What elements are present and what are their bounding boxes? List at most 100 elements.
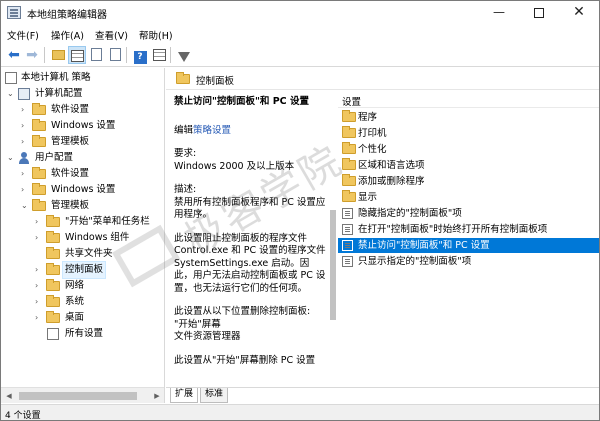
collapse-icon[interactable]: ⌄: [7, 150, 17, 166]
toolbar-separator: [126, 47, 127, 63]
expand-icon[interactable]: ›: [21, 182, 31, 198]
gpedit-app-icon: [7, 6, 21, 19]
menu-help[interactable]: 帮助(H): [139, 28, 173, 42]
details-pane: 控制面板 禁止访问"控制面板"和 PC 设置 编辑策略设置 要求: Windows…: [166, 68, 599, 387]
list-item[interactable]: 个性化: [338, 142, 599, 157]
policy-setting-icon: [342, 240, 353, 251]
help-button[interactable]: ?: [131, 46, 149, 64]
scroll-right-arrow[interactable]: ▶: [149, 388, 164, 403]
tree-horizontal-scrollbar[interactable]: ◀ ▶: [1, 387, 164, 403]
expand-icon[interactable]: ›: [35, 214, 45, 230]
folder-icon: [32, 103, 46, 115]
tree-item-label: Windows 组件: [65, 232, 130, 243]
edit-policy-link[interactable]: 策略设置: [193, 125, 231, 136]
description-scrollbar[interactable]: [329, 90, 337, 387]
tree-item-label: 系统: [65, 296, 85, 307]
folder-icon: [342, 158, 356, 170]
expand-icon[interactable]: ›: [35, 278, 45, 294]
window: 本地组策略编辑器 — ✕ 文件(F) 操作(A) 查看(V) 帮助(H) ⬅ ➡…: [0, 0, 600, 421]
menu-file[interactable]: 文件(F): [7, 28, 39, 42]
tree-item-label: "开始"菜单和任务栏: [65, 216, 150, 227]
tab-extended[interactable]: 扩展: [170, 388, 199, 403]
back-button[interactable]: ⬅: [5, 46, 23, 64]
list-item-label: 禁止访问"控制面板"和 PC 设置: [358, 240, 490, 251]
tree-view-icon: [70, 50, 84, 62]
expand-icon[interactable]: ›: [35, 230, 45, 246]
scroll-thumb[interactable]: [330, 210, 336, 320]
folder-icon: [46, 279, 60, 291]
scroll-thumb[interactable]: [19, 392, 137, 400]
list-item-label: 在打开"控制面板"时始终打开所有控制面板项: [358, 224, 548, 235]
column-header-setting[interactable]: 设置: [338, 90, 599, 108]
tree-pane[interactable]: 本地计算机 策略 ⌄ 计算机配置 › 软件设置 › Windows 设置 › 管…: [1, 68, 165, 403]
tree-item-label: 桌面: [65, 312, 85, 323]
export-list-button[interactable]: [106, 46, 124, 64]
list-item-label: 显示: [358, 192, 378, 203]
list-item[interactable]: 显示: [338, 190, 599, 205]
tree-item-label: Windows 设置: [51, 120, 116, 131]
title-bar[interactable]: 本地组策略编辑器 — ✕: [1, 1, 599, 25]
details-header-title: 控制面板: [196, 76, 235, 87]
expand-icon[interactable]: ›: [35, 310, 45, 326]
up-folder-button[interactable]: [49, 46, 67, 64]
expand-icon[interactable]: ›: [21, 102, 31, 118]
requirements-value: Windows 2000 及以上版本: [174, 160, 295, 172]
policy-setting-icon: [342, 224, 353, 235]
expand-icon[interactable]: ›: [35, 294, 45, 310]
expand-icon[interactable]: ›: [35, 262, 45, 278]
list-item[interactable]: 隐藏指定的"控制面板"项: [338, 206, 599, 221]
requirements-label: 要求:: [174, 148, 197, 159]
tree-item-label: 软件设置: [51, 168, 90, 179]
toolbar-separator: [170, 47, 171, 63]
folder-up-icon: [51, 50, 65, 60]
folder-icon: [342, 142, 356, 154]
description-paragraph: 此设置从"开始"屏幕删除 PC 设置: [174, 354, 316, 366]
expand-icon[interactable]: ›: [21, 134, 31, 150]
folder-icon: [46, 231, 60, 243]
filter-button[interactable]: [175, 46, 193, 64]
properties-button[interactable]: [87, 46, 105, 64]
list-item[interactable]: 区域和语言选项: [338, 158, 599, 173]
list-item[interactable]: 只显示指定的"控制面板"项: [338, 254, 599, 269]
list-item[interactable]: 打印机: [338, 126, 599, 141]
description-paragraph: 此设置阻止控制面板的程序文件 Control.exe 和 PC 设置的程序文件 …: [174, 232, 326, 294]
list-item[interactable]: 添加或删除程序: [338, 174, 599, 189]
list-item-selected[interactable]: 禁止访问"控制面板"和 PC 设置: [338, 238, 599, 253]
filter-icon: [178, 52, 190, 62]
list-item[interactable]: 在打开"控制面板"时始终打开所有控制面板项: [338, 222, 599, 237]
description-title: 禁止访问"控制面板"和 PC 设置: [174, 96, 309, 107]
folder-icon: [46, 295, 60, 307]
folder-icon: [32, 167, 46, 179]
show-tree-button[interactable]: [68, 46, 86, 64]
maximize-button[interactable]: [519, 1, 559, 25]
list-item-label: 个性化: [358, 144, 387, 155]
tree-item-label: 所有设置: [65, 328, 104, 339]
menu-view[interactable]: 查看(V): [95, 28, 128, 42]
collapse-icon[interactable]: ⌄: [7, 86, 17, 102]
folder-icon: [176, 72, 190, 84]
menu-action[interactable]: 操作(A): [51, 28, 84, 42]
maximize-icon: [534, 7, 544, 18]
menu-bar: 文件(F) 操作(A) 查看(V) 帮助(H): [1, 25, 599, 43]
folder-icon: [342, 174, 356, 186]
expand-icon[interactable]: ›: [21, 118, 31, 134]
list-item-label: 区域和语言选项: [358, 160, 425, 171]
folder-icon: [342, 126, 356, 138]
minimize-button[interactable]: —: [479, 1, 519, 25]
collapse-icon[interactable]: ⌄: [21, 198, 31, 214]
policy-setting-icon: [342, 256, 353, 267]
tab-standard[interactable]: 标准: [200, 388, 229, 403]
list-item-label: 添加或删除程序: [358, 176, 425, 187]
extended-view-button[interactable]: [150, 46, 168, 64]
close-button[interactable]: ✕: [559, 1, 599, 25]
list-item[interactable]: 程序: [338, 110, 599, 125]
computer-icon: [18, 88, 30, 100]
expand-icon[interactable]: ›: [21, 166, 31, 182]
settings-list: 设置 程序 打印机 个性化 区域和语言选项 添加或删除程序 显示 隐藏指定的"控…: [338, 90, 599, 387]
details-header: 控制面板: [166, 68, 599, 90]
scroll-left-arrow[interactable]: ◀: [1, 388, 17, 403]
forward-button[interactable]: ➡: [23, 46, 41, 64]
tree-item-label: 管理模板: [51, 200, 90, 211]
edit-policy-line: 编辑策略设置: [174, 125, 328, 138]
edit-prefix: 编辑: [174, 124, 194, 136]
